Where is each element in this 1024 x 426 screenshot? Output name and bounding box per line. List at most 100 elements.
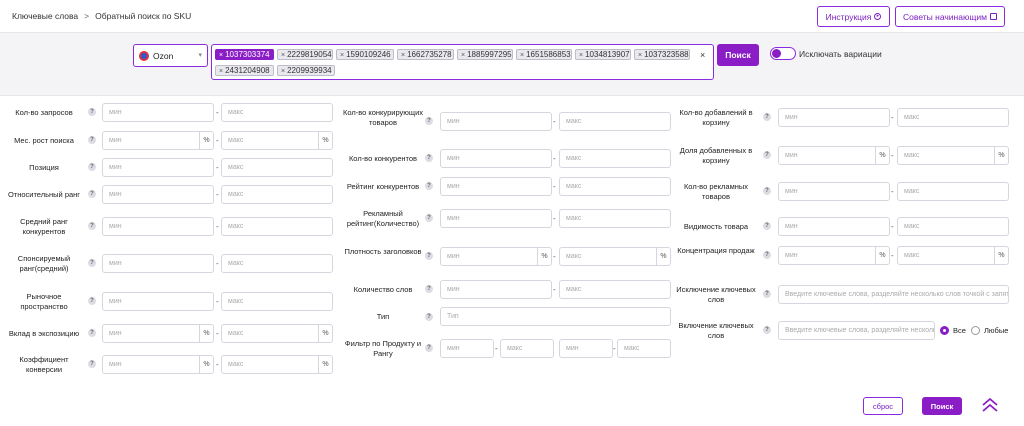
help-icon[interactable]: ? <box>763 290 771 298</box>
min-input[interactable]: мин% <box>102 324 214 343</box>
min-input[interactable]: мин <box>102 158 214 177</box>
help-icon[interactable]: ? <box>88 222 96 230</box>
remove-tag-icon[interactable]: × <box>219 68 223 75</box>
sku-tag[interactable]: × 2431204908 <box>215 65 274 76</box>
max-input[interactable]: макс <box>897 182 1009 201</box>
sku-tag[interactable]: × 2209939934 <box>277 65 335 76</box>
help-icon[interactable]: ? <box>88 190 96 198</box>
max-input[interactable]: макс% <box>221 324 333 343</box>
help-icon[interactable]: ? <box>425 154 433 162</box>
remove-tag-icon[interactable]: × <box>579 52 583 59</box>
tips-button[interactable]: Советы начинающим <box>895 6 1005 27</box>
min-input[interactable]: мин <box>778 217 890 236</box>
help-icon[interactable]: ? <box>763 187 771 195</box>
min-input[interactable]: мин <box>440 149 552 168</box>
max-input[interactable]: макс <box>559 112 671 131</box>
help-icon[interactable]: ? <box>88 259 96 267</box>
min-input[interactable]: мин <box>440 280 552 299</box>
help-icon[interactable]: ? <box>763 222 771 230</box>
remove-tag-icon[interactable]: × <box>401 52 405 59</box>
clear-tags-icon[interactable]: × <box>700 50 705 60</box>
help-icon[interactable]: ? <box>425 252 433 260</box>
include-keywords-input[interactable]: Введите ключевые слова, разделяйте неско… <box>778 321 935 340</box>
bottom-search-button[interactable]: Поиск <box>922 397 962 415</box>
max-input[interactable]: макс <box>559 280 671 299</box>
min-input[interactable]: мин <box>102 254 214 273</box>
max-input[interactable]: макс <box>221 254 333 273</box>
help-icon[interactable]: ? <box>763 251 771 259</box>
remove-tag-icon[interactable]: × <box>638 52 642 59</box>
platform-select[interactable]: Ozon ▾ <box>133 44 208 67</box>
sku-tag[interactable]: × 1037303374 <box>215 49 274 60</box>
min-input[interactable]: мин <box>440 339 494 358</box>
max-input[interactable]: макс <box>221 292 333 311</box>
max-input[interactable]: макс <box>897 108 1009 127</box>
min-input[interactable]: мин% <box>102 355 214 374</box>
max-input[interactable]: макс <box>559 209 671 228</box>
help-icon[interactable]: ? <box>425 117 433 125</box>
max-input[interactable]: макс <box>221 185 333 204</box>
min-input[interactable]: мин <box>102 292 214 311</box>
max-input[interactable]: макс <box>500 339 554 358</box>
min-input[interactable]: мин% <box>102 131 214 150</box>
sku-tag[interactable]: × 1034813907 <box>575 49 631 60</box>
help-icon[interactable]: ? <box>88 163 96 171</box>
help-icon[interactable]: ? <box>88 108 96 116</box>
min-input[interactable]: мин <box>778 182 890 201</box>
radio-all[interactable] <box>940 326 949 335</box>
remove-tag-icon[interactable]: × <box>219 52 223 59</box>
max-input[interactable]: макс <box>559 177 671 196</box>
remove-tag-icon[interactable]: × <box>340 52 344 59</box>
help-icon[interactable]: ? <box>88 136 96 144</box>
help-icon[interactable]: ? <box>425 344 433 352</box>
sku-tag[interactable]: × 1651586853 <box>516 49 572 60</box>
remove-tag-icon[interactable]: × <box>281 52 285 59</box>
max-input[interactable]: макс% <box>897 146 1009 165</box>
help-icon[interactable]: ? <box>88 297 96 305</box>
sku-tag[interactable]: × 2229819054 <box>277 49 333 60</box>
help-icon[interactable]: ? <box>88 360 96 368</box>
help-icon[interactable]: ? <box>88 329 96 337</box>
max-input[interactable]: макс% <box>221 355 333 374</box>
min-input[interactable]: мин <box>102 217 214 236</box>
min-input[interactable]: мин% <box>778 246 890 265</box>
max-input[interactable]: макс <box>221 217 333 236</box>
remove-tag-icon[interactable]: × <box>461 52 465 59</box>
help-icon[interactable]: ? <box>763 326 771 334</box>
help-icon[interactable]: ? <box>425 214 433 222</box>
exclude-variations-toggle[interactable] <box>770 47 796 60</box>
min-input[interactable]: мин% <box>440 247 552 266</box>
min-input[interactable]: мин <box>559 339 613 358</box>
min-input[interactable]: мин <box>778 108 890 127</box>
max-input[interactable]: макс% <box>221 131 333 150</box>
remove-tag-icon[interactable]: × <box>281 68 285 75</box>
max-input[interactable]: макс <box>897 217 1009 236</box>
instruction-button[interactable]: Инструкция ▸ <box>817 6 890 27</box>
sku-tag[interactable]: × 1885997295 <box>457 49 513 60</box>
help-icon[interactable]: ? <box>425 182 433 190</box>
min-input[interactable]: мин <box>102 185 214 204</box>
max-input[interactable]: макс <box>559 149 671 168</box>
sku-tag[interactable]: × 1662735278 <box>397 49 454 60</box>
exclude-keywords-input[interactable]: Введите ключевые слова, разделяйте неско… <box>778 285 1009 304</box>
max-input[interactable]: макс <box>617 339 671 358</box>
max-input[interactable]: макс <box>221 103 333 122</box>
min-input[interactable]: мин <box>102 103 214 122</box>
type-select[interactable]: Тип <box>440 307 671 326</box>
sku-tag[interactable]: × 1590109246 <box>336 49 394 60</box>
radio-any[interactable] <box>971 326 980 335</box>
scroll-top-icon[interactable] <box>981 396 999 414</box>
max-input[interactable]: макс% <box>897 246 1009 265</box>
min-input[interactable]: мин <box>440 112 552 131</box>
remove-tag-icon[interactable]: × <box>520 52 524 59</box>
reset-button[interactable]: сброс <box>863 397 903 415</box>
min-input[interactable]: мин <box>440 209 552 228</box>
help-icon[interactable]: ? <box>425 285 433 293</box>
min-input[interactable]: мин <box>440 177 552 196</box>
help-icon[interactable]: ? <box>425 313 433 321</box>
help-icon[interactable]: ? <box>763 113 771 121</box>
sku-tag[interactable]: × 1037323588 <box>634 49 690 60</box>
min-input[interactable]: мин% <box>778 146 890 165</box>
help-icon[interactable]: ? <box>763 151 771 159</box>
max-input[interactable]: макс <box>221 158 333 177</box>
